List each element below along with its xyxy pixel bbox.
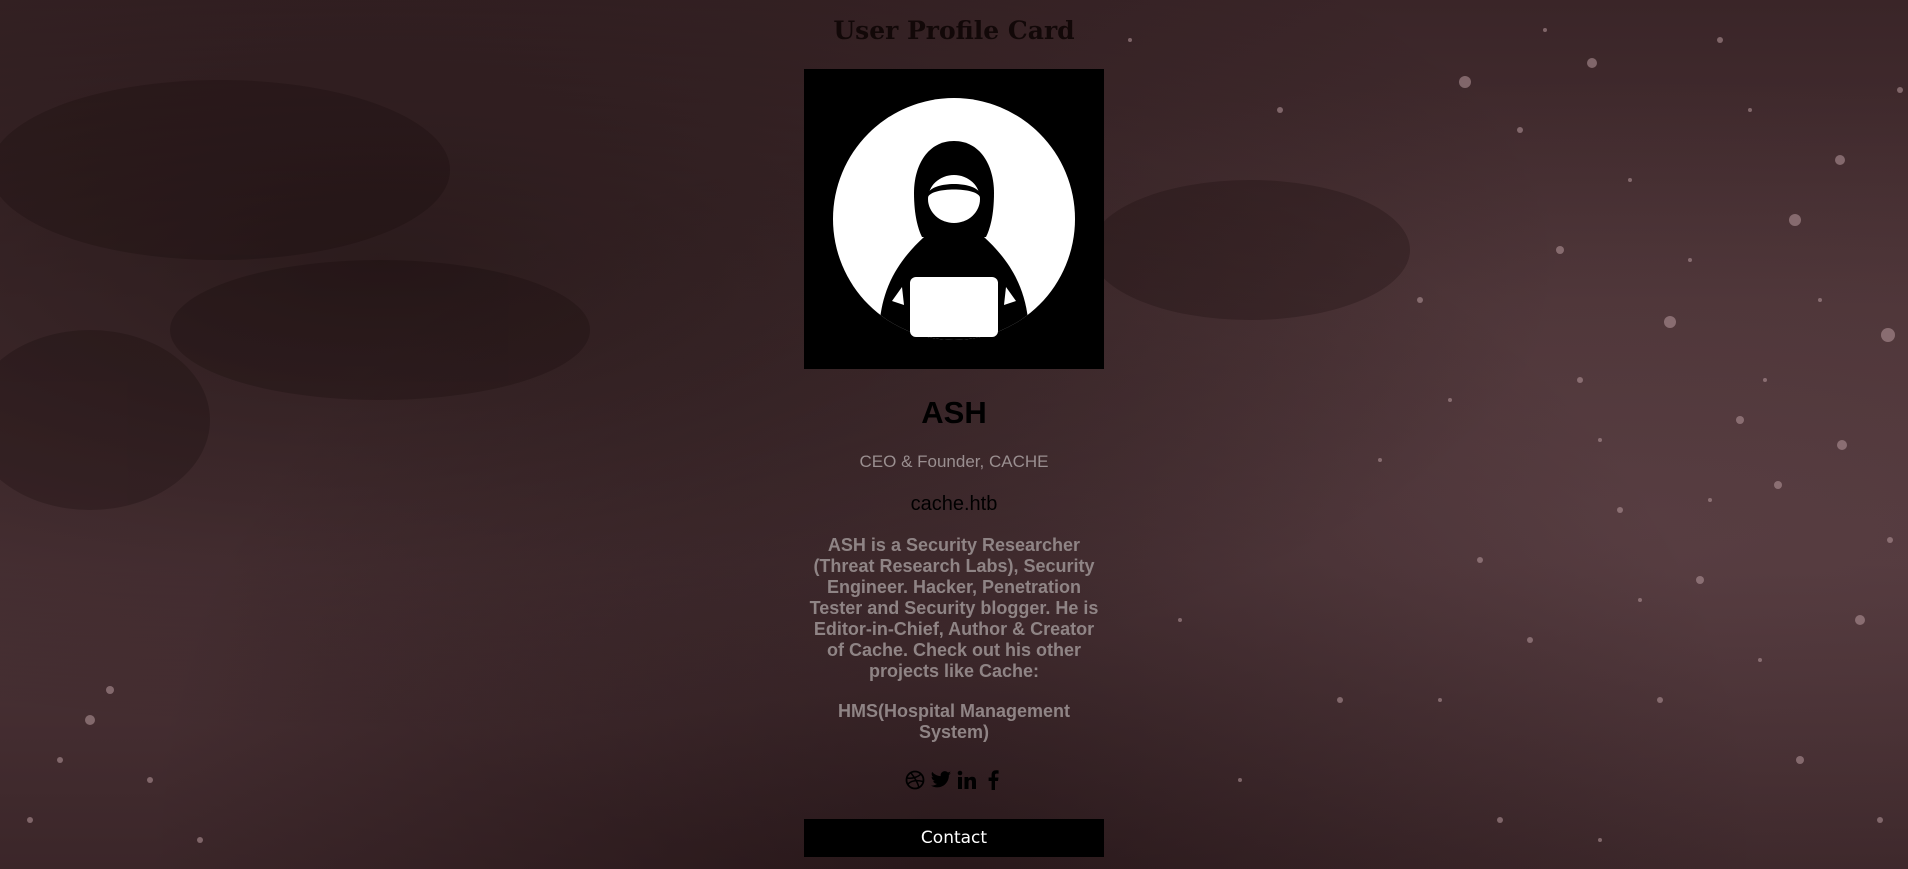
page-title: User Profile Card (833, 16, 1075, 45)
social-links (804, 767, 1104, 793)
profile-website: cache.htb (910, 493, 998, 515)
avatar (804, 69, 1104, 369)
dribbble-link[interactable] (904, 769, 926, 791)
profile-title: CEO & Founder, CACHE (859, 452, 1049, 471)
profile-project: HMS(Hospital Management System) (837, 701, 1071, 742)
twitter-icon (930, 771, 952, 788)
hooded-hacker-icon (804, 69, 1104, 369)
dribbble-icon (905, 770, 925, 790)
facebook-link[interactable] (982, 769, 1004, 791)
profile-name: ASH (921, 395, 987, 430)
profile-bio: ASH is a Security Researcher (Threat Res… (809, 535, 1099, 681)
profile-card: ASH CEO & Founder, CACHE cache.htb ASH i… (804, 69, 1104, 857)
twitter-link[interactable] (930, 769, 952, 791)
facebook-icon (988, 770, 999, 790)
contact-button[interactable]: Contact (804, 819, 1104, 857)
linkedin-icon (957, 770, 976, 789)
linkedin-link[interactable] (956, 769, 978, 791)
